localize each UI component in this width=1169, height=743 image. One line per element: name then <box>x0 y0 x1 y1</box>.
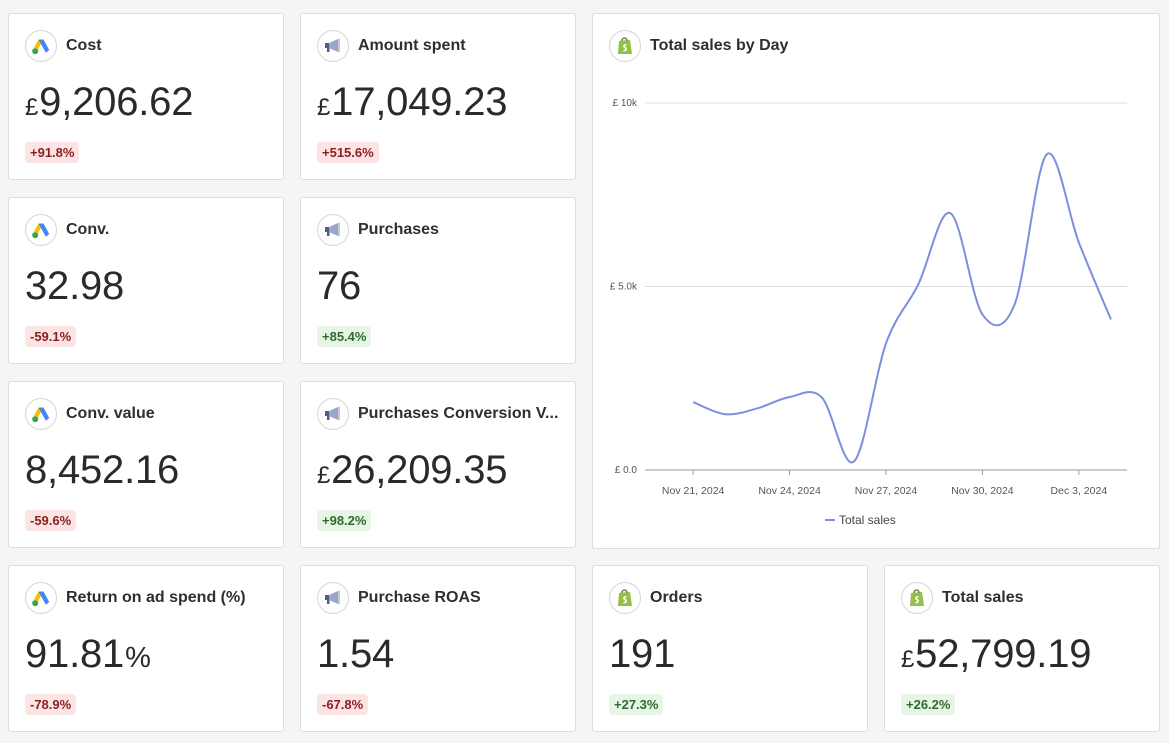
google-ads-logo-icon <box>25 214 57 246</box>
metric-value: £17,049.23 <box>317 80 508 125</box>
metric-number: 52,799.19 <box>915 632 1092 676</box>
metric-card-total-sales: Total sales £52,799.19 +26.2% <box>884 565 1160 732</box>
metric-number: 191 <box>609 632 676 676</box>
metric-title: Purchases <box>358 221 439 238</box>
currency-symbol: £ <box>25 94 39 121</box>
x-tick-label: Nov 21, 2024 <box>662 485 725 497</box>
y-tick-label: £ 0.0 <box>615 465 638 476</box>
change-badge: -78.9% <box>25 694 77 715</box>
metric-value: 91.81% <box>25 632 151 677</box>
metric-card-header: Purchases Conversion V... <box>317 398 558 430</box>
value-suffix: % <box>125 642 151 674</box>
metric-card-conv: Conv. 32.98 -59.1% <box>8 197 284 364</box>
megaphone-icon <box>317 582 349 614</box>
y-tick-label: £ 10k <box>613 98 638 109</box>
metric-card-header: Purchase ROAS <box>317 582 481 614</box>
shopify-logo-icon <box>609 582 641 614</box>
metric-card-return-on-ad-spend: Return on ad spend (%) 91.81% -78.9% <box>8 565 284 732</box>
metric-number: 32.98 <box>25 264 125 308</box>
metric-number: 1.54 <box>317 632 395 676</box>
megaphone-icon <box>317 398 349 430</box>
megaphone-icon <box>317 214 349 246</box>
metric-value: 8,452.16 <box>25 448 179 493</box>
change-badge: +98.2% <box>317 510 372 531</box>
change-badge: -59.6% <box>25 510 77 531</box>
metric-card-header: Conv. value <box>25 398 155 430</box>
metric-number: 8,452.16 <box>25 448 180 492</box>
metric-card-purchases-conversion-v: Purchases Conversion V... £26,209.35 +98… <box>300 381 576 548</box>
change-badge: +515.6% <box>317 142 379 163</box>
x-tick-label: Nov 30, 2024 <box>951 485 1014 497</box>
change-badge: +85.4% <box>317 326 372 347</box>
metric-card-orders: Orders 191 +27.3% <box>592 565 868 732</box>
total-sales-line-chart: £ 0.0 £ 5.0k £ 10k Nov 21, 2024 Nov 24, 2024… <box>610 98 1127 527</box>
change-badge: -67.8% <box>317 694 369 715</box>
currency-symbol: £ <box>317 462 331 489</box>
metric-card-header: Total sales <box>901 582 1024 614</box>
metric-title: Total sales <box>942 589 1024 606</box>
currency-symbol: £ <box>317 94 331 121</box>
metric-title: Orders <box>650 589 703 606</box>
metric-card-header: Conv. <box>25 214 109 246</box>
total-sales-series-line <box>692 152 1112 464</box>
change-badge: +91.8% <box>25 142 80 163</box>
google-ads-logo-icon <box>25 30 57 62</box>
metric-title: Cost <box>66 37 102 54</box>
metric-title: Purchase ROAS <box>358 589 481 606</box>
x-tick-label: Nov 27, 2024 <box>855 485 918 497</box>
metric-number: 17,049.23 <box>331 80 508 124</box>
metric-card-cost: Cost £9,206.62 +91.8% <box>8 13 284 180</box>
metric-value: 191 <box>609 632 675 677</box>
metric-card-amount-spent: Amount spent £17,049.23 +515.6% <box>300 13 576 180</box>
metric-card-header: Amount spent <box>317 30 466 62</box>
metric-value: 32.98 <box>25 264 124 309</box>
google-ads-logo-icon <box>25 582 57 614</box>
megaphone-icon <box>317 30 349 62</box>
x-tick-label: Dec 3, 2024 <box>1051 485 1108 497</box>
metric-title: Conv. <box>66 221 110 238</box>
metric-value: £52,799.19 <box>901 632 1092 677</box>
metric-value: 1.54 <box>317 632 394 677</box>
metric-number: 9,206.62 <box>39 80 194 124</box>
metric-card-header: Cost <box>25 30 102 62</box>
metric-number: 91.81 <box>25 632 125 676</box>
metric-title: Purchases Conversion V... <box>358 405 559 422</box>
metric-value: £9,206.62 <box>25 80 193 125</box>
metric-title: Amount spent <box>358 37 466 54</box>
legend-label: Total sales <box>839 513 896 527</box>
y-tick-label: £ 5.0k <box>610 282 638 293</box>
google-ads-logo-icon <box>25 398 57 430</box>
x-tick-label: Nov 24, 2024 <box>758 485 821 497</box>
chart-card: Total sales by Day £ 0.0 £ 5.0k £ 10k Nov 2… <box>592 13 1160 549</box>
metric-card-purchases: Purchases 76 +85.4% <box>300 197 576 364</box>
change-badge: +26.2% <box>901 694 956 715</box>
change-badge: +27.3% <box>609 694 664 715</box>
metric-number: 76 <box>317 264 362 308</box>
metric-title: Return on ad spend (%) <box>66 589 246 606</box>
change-badge: -59.1% <box>25 326 77 347</box>
metric-value: £26,209.35 <box>317 448 508 493</box>
metric-title: Conv. value <box>66 405 155 422</box>
currency-symbol: £ <box>901 646 915 673</box>
shopify-logo-icon <box>901 582 933 614</box>
metric-value: 76 <box>317 264 361 309</box>
metric-number: 26,209.35 <box>331 448 508 492</box>
metric-card-header: Return on ad spend (%) <box>25 582 246 614</box>
metric-card-conv-value: Conv. value 8,452.16 -59.6% <box>8 381 284 548</box>
metric-card-header: Purchases <box>317 214 439 246</box>
metric-card-header: Orders <box>609 582 702 614</box>
metric-card-purchase-roas: Purchase ROAS 1.54 -67.8% <box>300 565 576 732</box>
